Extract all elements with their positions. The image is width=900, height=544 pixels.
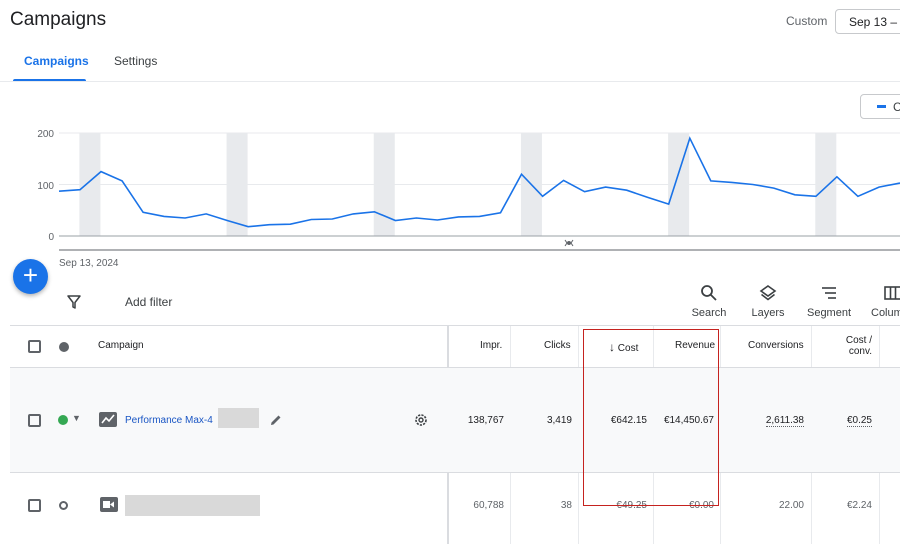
cost-per-conv-cell: €2.24	[846, 500, 872, 511]
status-header-icon	[59, 342, 69, 352]
clicks-cell: 3,419	[546, 415, 572, 426]
y-tick-label: 0	[48, 232, 54, 243]
page-title: Campaigns	[10, 9, 107, 30]
cost-per-conv-header-line2: conv.	[848, 346, 872, 357]
column-header-clicks[interactable]: Clicks	[544, 340, 571, 351]
row-checkbox[interactable]	[28, 414, 41, 427]
search-tool-label: Search	[691, 307, 727, 319]
y-tick-label: 200	[37, 129, 54, 140]
search-tool[interactable]: Search	[684, 284, 734, 319]
column-header-conversions[interactable]: Conversions	[748, 340, 804, 351]
clicks-cell: 38	[560, 500, 572, 511]
chart-gridlines	[59, 132, 900, 237]
conversions-cell: 22.00	[778, 500, 804, 511]
search-icon	[701, 285, 717, 301]
edit-pencil-icon[interactable]	[269, 413, 283, 427]
x-start-label: Sep 13, 2024	[59, 258, 119, 269]
create-button[interactable]: +	[13, 259, 48, 294]
chart-metric-selector[interactable]: C	[860, 94, 900, 119]
legend-label: C	[893, 100, 900, 114]
status-enabled-icon[interactable]	[58, 415, 68, 425]
table-top-border	[10, 325, 900, 326]
segment-tool[interactable]: Segment	[804, 284, 854, 319]
tab-settings[interactable]: Settings	[114, 54, 157, 68]
redacted-campaign-name	[125, 495, 260, 516]
column-header-campaign[interactable]: Campaign	[98, 340, 144, 351]
layers-icon	[759, 285, 777, 301]
status-dropdown-icon[interactable]: ▼	[72, 413, 81, 423]
layers-tool[interactable]: Layers	[743, 284, 793, 319]
tabs-divider	[0, 81, 900, 82]
campaigns-page: Campaigns Custom Sep 13 – Campaigns Sett…	[0, 0, 900, 544]
filter-icon[interactable]	[66, 294, 82, 310]
impr-cell: 138,767	[467, 415, 504, 426]
settings-gear-icon[interactable]	[413, 412, 429, 428]
performance-max-campaign-icon	[99, 412, 117, 427]
row-checkbox[interactable]	[28, 499, 41, 512]
conversions-cell[interactable]: 2,611.38	[740, 415, 804, 427]
select-all-checkbox[interactable]	[28, 340, 41, 353]
performance-chart: 200 100 0 Sep 13, 2024	[37, 129, 900, 269]
date-range-button[interactable]: Sep 13 –	[835, 9, 900, 34]
segment-icon	[822, 287, 836, 299]
segment-tool-label: Segment	[806, 307, 852, 319]
legend-swatch	[877, 105, 886, 108]
impr-cell: 60,788	[473, 500, 504, 511]
columns-tool[interactable]: Colum	[866, 284, 900, 319]
scrub-handle-icon[interactable]	[564, 239, 574, 247]
layers-tool-label: Layers	[751, 307, 785, 319]
columns-tool-label: Colum	[871, 307, 900, 319]
date-range-label: Custom	[786, 14, 828, 28]
tab-campaigns[interactable]: Campaigns	[24, 54, 89, 68]
add-filter-button[interactable]: Add filter	[125, 295, 172, 309]
plus-icon: +	[22, 260, 39, 290]
redacted-text	[218, 408, 259, 428]
column-header-impr[interactable]: Impr.	[480, 340, 502, 351]
row-divider	[10, 472, 900, 473]
highlight-annotation-box	[583, 329, 719, 506]
campaign-name-link[interactable]: Performance Max-4	[125, 415, 213, 426]
series-line	[58, 136, 900, 228]
columns-icon	[884, 286, 900, 300]
column-header-cost-per-conv[interactable]: Cost / conv.	[845, 335, 872, 357]
status-paused-icon[interactable]	[59, 501, 68, 510]
cost-per-conv-cell[interactable]: €0.25	[820, 415, 872, 427]
video-campaign-icon	[100, 497, 118, 512]
y-tick-label: 100	[37, 181, 54, 192]
cost-per-conv-header-line1: Cost /	[845, 335, 872, 346]
